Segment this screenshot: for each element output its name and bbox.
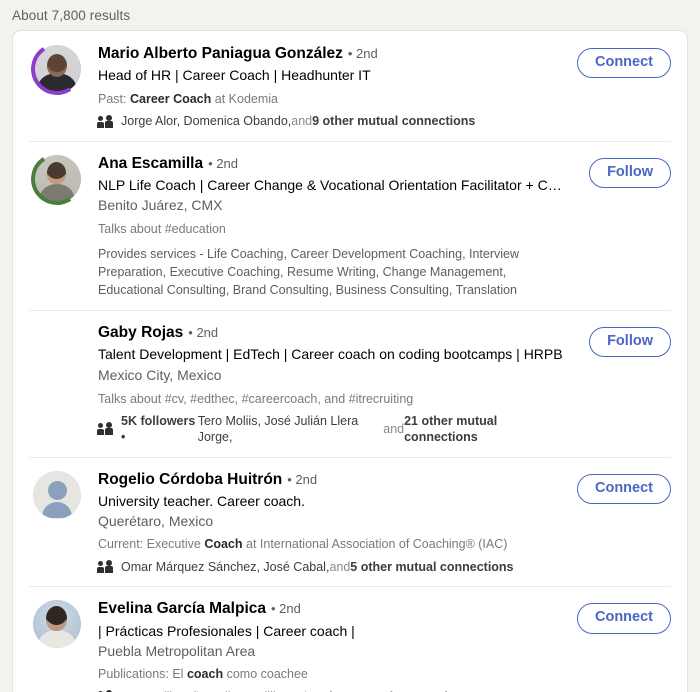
headline: | Prácticas Profesionales | Career coach… [98, 622, 355, 639]
mutual-connections[interactable]: Jorge Alor, Domenica Obando, and 9 other… [97, 113, 563, 129]
avatar[interactable] [26, 38, 88, 100]
connect-button[interactable]: Connect [577, 48, 671, 79]
avatar[interactable] [29, 599, 85, 649]
connection-degree: • 2nd [188, 325, 219, 341]
person-name[interactable]: Evelina García Malpica [98, 599, 266, 618]
mutual-prefix: and [291, 114, 313, 129]
avatar[interactable] [29, 323, 85, 372]
search-results-page: About 7,800 results Mario Alberto Paniag… [0, 0, 700, 692]
headline: NLP Life Coach | Career Change & Vocatio… [98, 177, 563, 194]
mutual-connections[interactable]: Omar Márquez Sánchez, José Cabal, and 5 … [97, 559, 563, 575]
name-row: Gaby Rojas • 2nd [98, 323, 563, 342]
mutual-connections[interactable]: 5K followers • Tero Moliis, José Julián … [97, 413, 563, 446]
result-info: Evelina García Malpica • 2nd | Prácticas… [98, 599, 575, 692]
publication-title: como coachee [226, 667, 308, 682]
publications-label: Publications: El [98, 667, 184, 682]
name-row: Evelina García Malpica • 2nd [98, 599, 563, 618]
search-results-card: Mario Alberto Paniagua González • 2nd He… [12, 30, 688, 692]
followers-count: 5K followers • [121, 414, 196, 445]
search-result-item[interactable]: Gaby Rojas • 2nd Talent Development | Ed… [13, 310, 687, 457]
person-name[interactable]: Ana Escamilla [98, 154, 203, 173]
current-label: Current: Executive [98, 537, 201, 552]
headline: Talent Development | EdTech | Career coa… [98, 346, 563, 363]
results-count: About 7,800 results [12, 8, 131, 23]
person-name[interactable]: Gaby Rojas [98, 323, 183, 342]
current-position: Current: Executive Coach at Internationa… [98, 536, 563, 553]
search-result-item[interactable]: Evelina García Malpica • 2nd | Prácticas… [13, 586, 687, 692]
connect-button[interactable]: Connect [577, 473, 671, 504]
search-result-item[interactable]: Rogelio Córdoba Huitrón • 2nd University… [13, 456, 687, 587]
publications: Publications: El coach como coachee [98, 666, 563, 683]
avatar[interactable] [26, 147, 88, 210]
avatar[interactable] [29, 470, 85, 519]
name-row: Ana Escamilla • 2nd [98, 154, 563, 173]
location: Puebla Metropolitan Area [98, 643, 256, 659]
mutual-names: Tero Moliis, José Julián Llera Jorge, [197, 414, 359, 445]
action-column: Follow [575, 154, 671, 189]
current-title: Coach [204, 537, 243, 552]
profile-photo [33, 154, 81, 203]
connection-degree: • 2nd [347, 46, 378, 61]
name-row: Rogelio Córdoba Huitrón • 2nd [98, 470, 563, 489]
mutual-count: 21 other mutual connections [404, 414, 498, 445]
person-name[interactable]: Mario Alberto Paniagua González [98, 44, 343, 63]
result-info: Ana Escamilla • 2nd NLP Life Coach | Car… [98, 154, 575, 299]
follow-button[interactable]: Follow [589, 327, 671, 358]
name-row: Mario Alberto Paniagua González • 2nd [98, 44, 563, 63]
past-position: Past: Career Coach at Kodemia [98, 91, 563, 108]
headline: Head of HR | Career Coach | Headhunter I… [98, 67, 371, 84]
past-label: Past: [98, 91, 127, 106]
location: Benito Juárez, CMX [98, 197, 223, 214]
connect-button[interactable]: Connect [577, 603, 671, 634]
people-icon [97, 560, 114, 574]
location: Mexico City, Mexico [98, 366, 222, 383]
result-info: Gaby Rojas • 2nd Talent Development | Ed… [97, 323, 575, 446]
result-info: Rogelio Córdoba Huitrón • 2nd University… [97, 470, 575, 576]
mutual-names: Jorge Alor, Domenica Obando, [121, 114, 292, 129]
result-info: Mario Alberto Paniagua González • 2nd He… [97, 44, 575, 130]
default-avatar-icon [33, 470, 81, 519]
connection-degree: • 2nd [208, 155, 238, 171]
publication-keyword: coach [186, 667, 224, 682]
action-column: Connect [575, 44, 671, 79]
talks-about: Talks about #cv, #edthec, #careercoach, … [98, 391, 414, 406]
search-result-item[interactable]: Ana Escamilla • 2nd NLP Life Coach | Car… [13, 140, 687, 310]
connection-degree: • 2nd [271, 601, 301, 617]
talks-about: Talks about #education [98, 222, 226, 237]
mutual-prefix: and [383, 422, 405, 437]
profile-photo [33, 45, 81, 93]
people-icon [97, 114, 114, 129]
past-company: at Kodemia [214, 91, 278, 106]
search-result-item[interactable]: Mario Alberto Paniagua González • 2nd He… [13, 31, 687, 141]
mutual-prefix: and [329, 560, 351, 575]
mutual-names: Omar Márquez Sánchez, José Cabal, [121, 560, 330, 575]
headline: University teacher. Career coach. [98, 492, 305, 509]
mutual-count: 5 other mutual connections [350, 560, 514, 575]
person-name[interactable]: Rogelio Córdoba Huitrón [98, 470, 282, 489]
action-column: Connect [575, 470, 671, 504]
mutual-count: 9 other mutual connections [312, 114, 476, 129]
action-column: Follow [575, 323, 671, 358]
action-column: Connect [575, 599, 671, 634]
location: Querétaro, Mexico [98, 513, 214, 530]
connection-degree: • 2nd [287, 471, 318, 487]
follow-button[interactable]: Follow [589, 157, 671, 189]
current-company: at International Association of Coaching… [246, 537, 508, 552]
people-icon [97, 422, 114, 436]
provides-services: Provides services - Life Coaching, Caree… [98, 246, 520, 297]
past-title: Career Coach [129, 91, 212, 106]
profile-photo [33, 600, 81, 649]
